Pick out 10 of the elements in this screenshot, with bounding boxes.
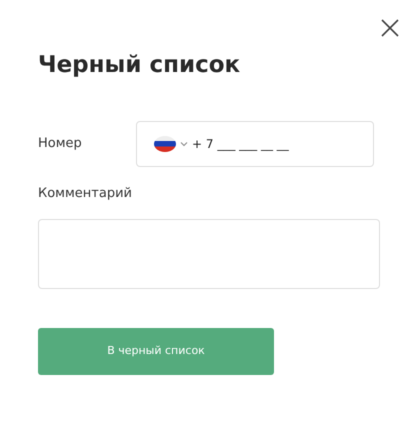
close-icon [380, 18, 400, 38]
comment-field[interactable] [38, 218, 380, 288]
field-label: Комментарий [38, 185, 133, 203]
phone-field[interactable]: + 7 ___ ___ __ __ [136, 121, 374, 167]
chevron-down-icon[interactable] [180, 141, 188, 147]
field-label: Номер [38, 135, 83, 154]
phone-value: + 7 ___ ___ __ __ [192, 136, 289, 153]
flag-icon [154, 136, 176, 152]
close-button[interactable] [380, 18, 400, 38]
dialog-title: Черный список [38, 51, 242, 80]
